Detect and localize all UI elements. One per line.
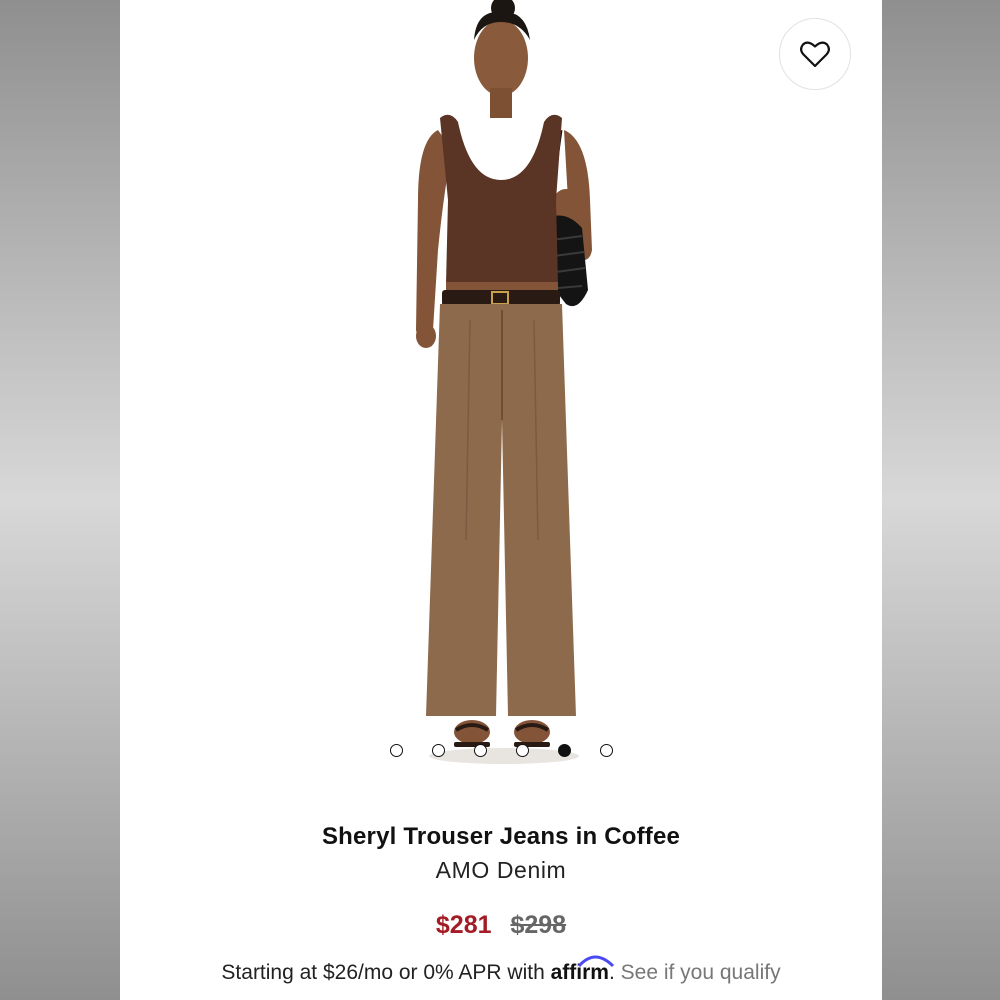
gallery-dot[interactable]	[515, 744, 529, 757]
gallery-dot[interactable]	[389, 744, 403, 757]
gallery-dot[interactable]	[431, 744, 445, 757]
financing-text: Starting at $26/mo or 0% APR with	[221, 961, 545, 984]
gallery-dot[interactable]	[557, 744, 571, 757]
affirm-logo: affirm	[551, 955, 614, 988]
sale-price: $281	[435, 911, 492, 939]
product-image[interactable]	[120, 0, 882, 780]
product-title: Sheryl Trouser Jeans in Coffee	[321, 823, 681, 850]
product-info: Sheryl Trouser Jeans in Coffee AMO Denim…	[120, 820, 882, 988]
gallery-dot[interactable]	[599, 744, 613, 757]
background-right	[882, 0, 1000, 1000]
background-left	[0, 0, 120, 1000]
see-if-you-qualify-link[interactable]: See if you qualify	[621, 961, 781, 984]
financing-message: Starting at $26/mo or 0% APR with affirm…	[120, 955, 882, 988]
gallery-pagination	[120, 744, 882, 757]
original-price: $298	[510, 911, 567, 939]
gallery-dot[interactable]	[473, 744, 487, 757]
wishlist-button[interactable]	[779, 18, 851, 90]
affirm-arc-icon	[577, 955, 614, 968]
product-brand[interactable]: AMO Denim	[120, 854, 882, 886]
price-block: $281 $298	[120, 908, 882, 942]
heart-outline-icon	[800, 41, 830, 68]
product-page: Sheryl Trouser Jeans in Coffee AMO Denim…	[120, 0, 882, 1000]
